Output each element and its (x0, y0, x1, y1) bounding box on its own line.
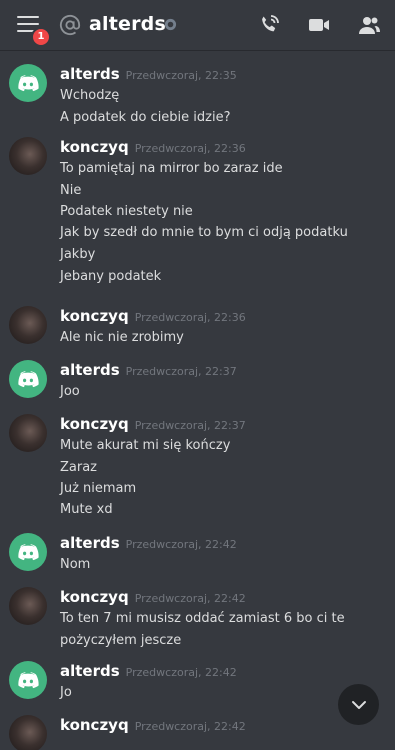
author-name[interactable]: alterds (60, 534, 120, 552)
discord-logo-icon (18, 371, 39, 388)
author-name[interactable]: alterds (60, 65, 120, 83)
members-icon[interactable] (357, 13, 381, 37)
at-icon (59, 14, 81, 36)
channel-header: 1 alterds (0, 0, 395, 50)
author-name[interactable]: konczyq (60, 138, 129, 156)
message-header: alterds Przedwczoraj, 22:37 (60, 360, 237, 380)
notification-badge: 1 (31, 27, 51, 47)
message-timestamp: Przedwczoraj, 22:42 (134, 592, 246, 605)
message-timestamp: Przedwczoraj, 22:37 (125, 365, 237, 378)
discord-logo-icon (18, 75, 39, 92)
avatar[interactable] (9, 64, 47, 102)
message-timestamp: Przedwczoraj, 22:42 (125, 666, 237, 679)
message-header: konczyq Przedwczoraj, 22:36 (60, 306, 246, 326)
avatar[interactable] (9, 306, 47, 344)
status-icon (164, 18, 177, 31)
message-timestamp: Przedwczoraj, 22:35 (125, 69, 237, 82)
avatar[interactable] (9, 533, 47, 571)
author-name[interactable]: konczyq (60, 588, 129, 606)
message-text: Jebany podatek (60, 269, 162, 284)
message-header: konczyq Przedwczoraj, 22:42 (60, 715, 246, 735)
message-text: Jakby (60, 247, 96, 262)
message-text: pożyczyłem jescze (60, 633, 182, 648)
message-text: To ten 7 mi musisz oddać zamiast 6 bo ci… (60, 611, 345, 626)
avatar[interactable] (9, 587, 47, 625)
message-header: alterds Przedwczoraj, 22:42 (60, 533, 237, 553)
message-timestamp: Przedwczoraj, 22:36 (134, 311, 246, 324)
message-text: Zaraz (60, 460, 98, 475)
message-text: Podatek niestety nie (60, 204, 193, 219)
message-text: Nie (60, 183, 82, 198)
phone-call-icon[interactable] (257, 13, 281, 37)
message-header: konczyq Przedwczoraj, 22:37 (60, 414, 246, 434)
message-text: Wchodzę (60, 88, 120, 103)
message-header: alterds Przedwczoraj, 22:35 (60, 64, 237, 84)
message-text: To pamiętaj na mirror bo zaraz ide (60, 161, 283, 176)
message-list: alterds Przedwczoraj, 22:35 Wchodzę A podat… (0, 50, 395, 750)
message-timestamp: Przedwczoraj, 22:37 (134, 419, 246, 432)
message-header: konczyq Przedwczoraj, 22:42 (60, 587, 246, 607)
message-text: Mute xd (60, 502, 113, 517)
avatar[interactable] (9, 661, 47, 699)
message-header: alterds Przedwczoraj, 22:42 (60, 661, 237, 681)
message-timestamp: Przedwczoraj, 22:36 (134, 142, 246, 155)
message-text: Już niemam (60, 481, 137, 496)
channel-title: alterds (89, 13, 166, 35)
author-name[interactable]: konczyq (60, 415, 129, 433)
message-text: Joo (60, 384, 80, 399)
message-timestamp: Przedwczoraj, 22:42 (125, 538, 237, 551)
message-text: Nom (60, 557, 91, 572)
message-text: Ale nic nie zrobimy (60, 330, 184, 345)
message-text: A podatek do ciebie idzie? (60, 110, 231, 125)
message-header: konczyq Przedwczoraj, 22:36 (60, 137, 246, 157)
video-call-icon[interactable] (307, 13, 331, 37)
message-timestamp: Przedwczoraj, 22:42 (134, 720, 246, 733)
discord-logo-icon (18, 672, 39, 689)
author-name[interactable]: alterds (60, 662, 120, 680)
message-text: Jo (60, 685, 72, 700)
message-text: Jak by szedł do mnie to bym ci odją poda… (60, 225, 348, 240)
chevron-down-icon (351, 700, 366, 709)
avatar[interactable] (9, 137, 47, 175)
avatar[interactable] (9, 715, 47, 750)
author-name[interactable]: alterds (60, 361, 120, 379)
message-text: Mute akurat mi się kończy (60, 438, 231, 453)
author-name[interactable]: konczyq (60, 307, 129, 325)
author-name[interactable]: konczyq (60, 716, 129, 734)
scroll-to-bottom-button[interactable] (338, 684, 379, 725)
avatar[interactable] (9, 414, 47, 452)
discord-logo-icon (18, 544, 39, 561)
avatar[interactable] (9, 360, 47, 398)
